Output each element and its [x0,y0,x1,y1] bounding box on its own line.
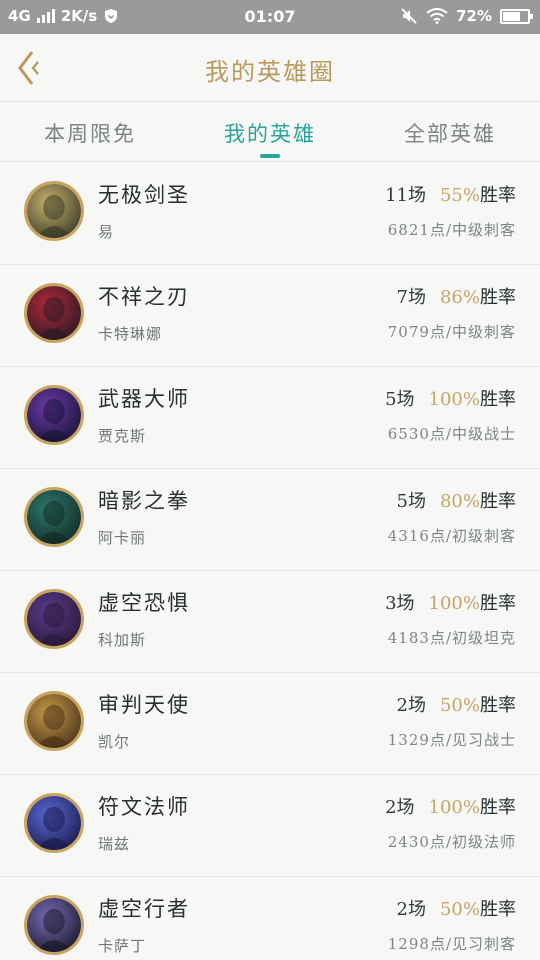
games-played: 11场 [385,185,426,206]
hero-avatar [24,487,84,547]
hero-stats: 2场 100%胜率 [385,793,516,819]
hero-portrait-icon [27,592,81,646]
hero-points-class: 7079点/中级刺客 [387,323,516,341]
chevron-left-icon [18,51,39,85]
hero-name: 符文法师 [98,795,190,819]
hero-points-class: 6530点/中级战士 [387,425,516,443]
hero-stats: 3场 100%胜率 [385,589,516,615]
hero-portrait-icon [27,184,81,238]
win-rate-label: 胜率 [480,389,516,410]
games-played: 2场 [396,695,426,716]
battery-percent: 72% [456,7,492,25]
hero-alias: 阿卡丽 [98,529,147,547]
hero-avatar [24,691,84,751]
status-bar: 4G 2K/s 01:07 72% [0,0,540,34]
hero-name: 无极剑圣 [98,183,190,207]
hero-points-class: 1329点/见习战士 [387,731,516,749]
hero-portrait-icon [27,694,81,748]
hero-alias: 瑞兹 [98,835,131,853]
hero-row[interactable]: 虚空恐惧 科加斯 3场 100%胜率 4183点/初级坦克 [0,571,540,673]
games-played: 2场 [385,797,415,818]
app-header: 我的英雄圈 [0,34,540,102]
hero-stats: 11场 55%胜率 [385,181,516,207]
hero-stats: 5场 80%胜率 [397,487,516,513]
win-rate-label: 胜率 [480,593,516,614]
hero-avatar [24,283,84,343]
hero-name: 虚空恐惧 [98,591,190,615]
hero-alias: 凯尔 [98,733,131,751]
hero-avatar [24,793,84,853]
hero-name: 不祥之刃 [98,285,190,309]
hero-points-class: 6821点/中级刺客 [387,221,516,239]
hero-alias: 贾克斯 [98,427,147,445]
win-rate-value: 100% [428,593,480,614]
page-title: 我的英雄圈 [205,58,335,86]
win-rate-value: 80% [439,491,480,512]
hero-name: 武器大师 [98,387,190,411]
hero-portrait-icon [27,490,81,544]
hero-row[interactable]: 武器大师 贾克斯 5场 100%胜率 6530点/中级战士 [0,367,540,469]
win-rate-label: 胜率 [480,695,516,716]
win-rate-value: 100% [428,797,480,818]
win-rate-value: 100% [428,389,480,410]
win-rate-label: 胜率 [480,797,516,818]
hero-name: 虚空行者 [98,897,190,921]
win-rate-value: 50% [439,695,480,716]
games-played: 2场 [396,899,426,920]
hero-avatar [24,181,84,241]
games-played: 3场 [385,593,415,614]
hero-alias: 卡萨丁 [98,937,147,955]
tab-bar: 本周限免 我的英雄 全部英雄 [0,102,540,162]
wifi-icon [426,8,448,24]
battery-icon [500,8,533,24]
hero-row[interactable]: 审判天使 凯尔 2场 50%胜率 1329点/见习战士 [0,673,540,775]
hero-row[interactable]: 无极剑圣 易 11场 55%胜率 6821点/中级刺客 [0,163,540,265]
hero-points-class: 1298点/见习刺客 [387,935,516,953]
hero-alias: 易 [98,223,115,241]
tab-my-heroes[interactable]: 我的英雄 [180,118,360,148]
hero-list: 无极剑圣 易 11场 55%胜率 6821点/中级刺客 不祥之刃 卡特琳娜 7场 8… [0,163,540,960]
active-tab-indicator [260,154,280,158]
hero-portrait-icon [27,388,81,442]
win-rate-label: 胜率 [480,185,516,206]
hero-avatar [24,895,84,955]
hero-portrait-icon [27,898,81,952]
tab-weekly-free[interactable]: 本周限免 [0,118,180,148]
hero-portrait-icon [27,796,81,850]
games-played: 5场 [396,491,426,512]
hero-points-class: 2430点/初级法师 [387,833,516,851]
hero-name: 审判天使 [98,693,190,717]
win-rate-label: 胜率 [480,899,516,920]
hero-row[interactable]: 符文法师 瑞兹 2场 100%胜率 2430点/初级法师 [0,775,540,877]
hero-row[interactable]: 虚空行者 卡萨丁 2场 50%胜率 1298点/见习刺客 [0,877,540,960]
hero-portrait-icon [27,286,81,340]
hero-stats: 2场 50%胜率 [397,895,516,921]
games-played: 5场 [385,389,415,410]
hero-avatar [24,589,84,649]
hero-stats: 7场 86%胜率 [397,283,516,309]
tab-all-heroes[interactable]: 全部英雄 [360,118,540,148]
games-played: 7场 [396,287,426,308]
hero-name: 暗影之拳 [98,489,190,513]
win-rate-label: 胜率 [480,287,516,308]
win-rate-value: 86% [439,287,480,308]
back-button[interactable] [14,50,44,86]
hero-points-class: 4316点/初级刺客 [387,527,516,545]
hero-stats: 5场 100%胜率 [385,385,516,411]
win-rate-value: 50% [439,899,480,920]
hero-alias: 科加斯 [98,631,147,649]
hero-stats: 2场 50%胜率 [397,691,516,717]
win-rate-label: 胜率 [480,491,516,512]
hero-points-class: 4183点/初级坦克 [387,629,516,647]
hero-row[interactable]: 暗影之拳 阿卡丽 5场 80%胜率 4316点/初级刺客 [0,469,540,571]
hero-row[interactable]: 不祥之刃 卡特琳娜 7场 86%胜率 7079点/中级刺客 [0,265,540,367]
win-rate-value: 55% [439,185,480,206]
hero-alias: 卡特琳娜 [98,325,163,343]
hero-avatar [24,385,84,445]
mute-icon [401,8,417,24]
